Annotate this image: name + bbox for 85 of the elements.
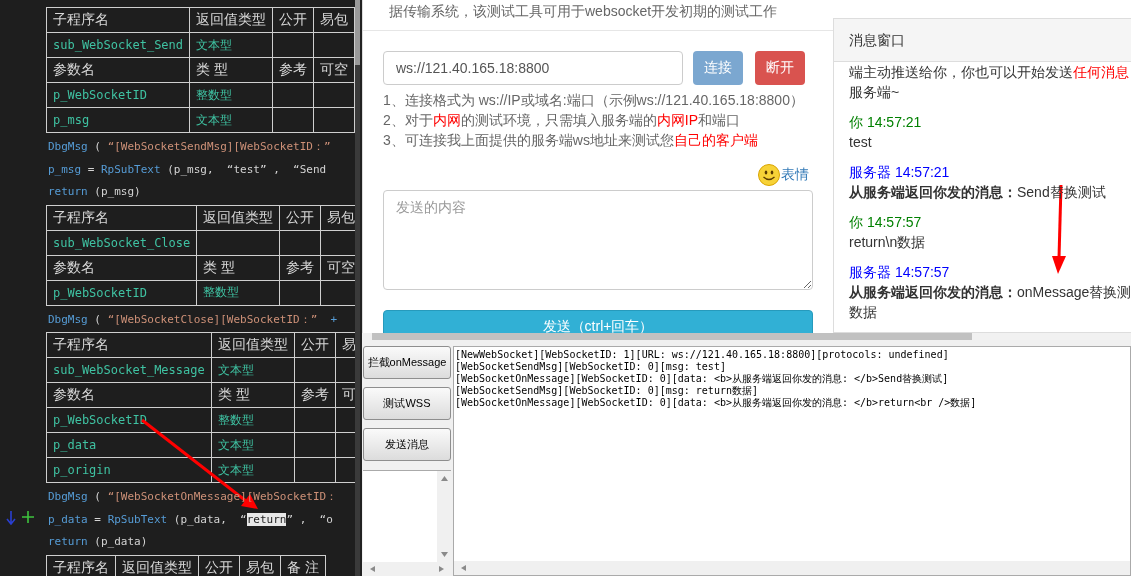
message-field[interactable]: 发送的内容 [383, 190, 813, 290]
column-header: 子程序名 [46, 7, 190, 33]
smiley-icon[interactable] [758, 164, 780, 186]
scroll-left-icon[interactable] [369, 566, 376, 572]
log-line: [WebSocketOnMessage][WebSocketID: 0][data: <b>从服务端返回你发的消息: </b>return<br />数据] [455, 397, 977, 408]
notice-text: 服务端~ [849, 84, 900, 100]
test-wss-button[interactable]: 测试WSS [363, 387, 451, 420]
code-line: p_msg = RpSubText (p_msg, “test” , “Send [48, 162, 327, 176]
log-line: [NewWebSocket][WebSocketID: 1][URL: ws://121.40.165.18:8800][protocols: undefined] [455, 349, 949, 360]
scroll-up-icon[interactable] [440, 475, 448, 481]
table-cell: p_WebSocketID [46, 280, 197, 305]
column-header: 公开 [294, 332, 336, 358]
table-cell: p_data [46, 432, 212, 458]
column-header: 子程序名 [46, 205, 197, 230]
column-header: 返回值类型 [115, 555, 199, 576]
table-cell: 整数型 [211, 407, 295, 433]
table-cell: 文本型 [189, 32, 273, 58]
table-cell: sub_WebSocket_Close [46, 230, 197, 255]
table-cell: 整数型 [196, 280, 280, 305]
column-header: 类 型 [189, 57, 273, 83]
log-line: [WebSocketSendMsg][WebSocketID: 0][msg: return数据] [455, 385, 758, 396]
column-header: 参数名 [46, 57, 190, 83]
column-header: 参数名 [46, 382, 212, 408]
column-header: 返回值类型 [196, 205, 280, 230]
column-header: 类 型 [211, 382, 295, 408]
help-text: 1、连接格式为 ws://IP或域名:端口（示例ws://121.40.165.18:8800） [383, 92, 804, 108]
disconnect-button[interactable]: 断开 [755, 51, 805, 85]
column-header: 参数名 [46, 255, 197, 280]
table-cell: p_WebSocketID [46, 82, 190, 108]
table-cell: 文本型 [211, 432, 295, 458]
plus-icon [22, 510, 34, 523]
table-cell: 文本型 [211, 357, 295, 383]
message-text: test [849, 134, 872, 150]
column-header: 可空 [313, 57, 355, 83]
code-line: return (p_data) [48, 535, 148, 548]
table-cell: 文本型 [211, 457, 295, 483]
scroll-right-icon[interactable] [438, 566, 445, 572]
sender-label: 服务器 14:57:21 [849, 164, 950, 180]
url-field[interactable]: ws://121.40.165.18:8800 [383, 51, 683, 85]
intercept-button[interactable]: 拦截onMessage [363, 346, 451, 379]
column-header: 参考 [272, 57, 314, 83]
sender-label: 你 14:57:57 [849, 214, 922, 230]
code-line: DbgMsg ( “[WebSocketClose][WebSocketID：” + [48, 312, 338, 326]
down-arrow-icon [6, 510, 16, 525]
sender-label: 你 14:57:21 [849, 114, 922, 130]
column-header: 公开 [279, 205, 321, 230]
code-line: return (p_msg) [48, 185, 141, 198]
column-header: 参考 [294, 382, 336, 408]
column-header: 公开 [272, 7, 314, 33]
notice-text: 端主动推送给你，你也可以开始发送任何消息 [849, 64, 1129, 80]
message-text: 数据 [849, 304, 877, 320]
table-cell: p_msg [46, 107, 190, 133]
log-line: [WebSocketSendMsg][WebSocketID: 0][msg: test] [455, 361, 726, 372]
table-cell: p_WebSocketID [46, 407, 212, 433]
column-header: 返回值类型 [211, 332, 295, 358]
message-text: return\n数据 [849, 234, 926, 250]
help-text: 2、对于内网的测试环境，只需填入服务端的内网IP和端口 [383, 112, 741, 128]
table-cell: p_origin [46, 457, 212, 483]
code-line: DbgMsg ( “[WebSocketSendMsg][WebSocketID：” [48, 140, 331, 153]
column-header: 易包 [313, 7, 355, 33]
send-message-button[interactable]: 发送消息 [363, 428, 451, 461]
help-text: 3、可连接我上面提供的服务端ws地址来测试您自己的客户端 [383, 132, 758, 148]
table-cell: sub_WebSocket_Send [46, 32, 190, 58]
log-box[interactable] [453, 346, 1131, 576]
scroll-left-icon[interactable] [460, 565, 467, 571]
table-cell: sub_WebSocket_Message [46, 357, 212, 383]
log-line: [WebSocketOnMessage][WebSocketID: 0][data: <b>从服务端返回你发的消息: </b>Send替换测试] [455, 373, 949, 384]
scrollbar[interactable] [355, 0, 362, 576]
message-text: 从服务端返回你发的消息：onMessage替换测 [849, 284, 1131, 300]
scroll-down-icon[interactable] [440, 552, 448, 558]
intro-text: 据传输系统，该测试工具可用于websocket开发初期的测试工作 [389, 3, 778, 19]
column-header: 易包 [239, 555, 281, 576]
sender-label: 服务器 14:57:57 [849, 264, 950, 280]
column-header: 子程序名 [46, 332, 212, 358]
column-header: 子程序名 [46, 555, 116, 576]
column-header: 公开 [198, 555, 240, 576]
column-header: 备 注 [280, 555, 326, 576]
table-cell: 整数型 [189, 82, 273, 108]
code-line: p_data = RpSubText (p_data, “return” , “o [48, 512, 333, 526]
table-cell: 文本型 [189, 107, 273, 133]
emoji-link[interactable]: 表情 [781, 166, 809, 184]
column-header: 类 型 [196, 255, 280, 280]
column-header: 返回值类型 [189, 7, 273, 33]
column-header: 参考 [279, 255, 321, 280]
panel-title: 消息窗口 [849, 32, 905, 48]
